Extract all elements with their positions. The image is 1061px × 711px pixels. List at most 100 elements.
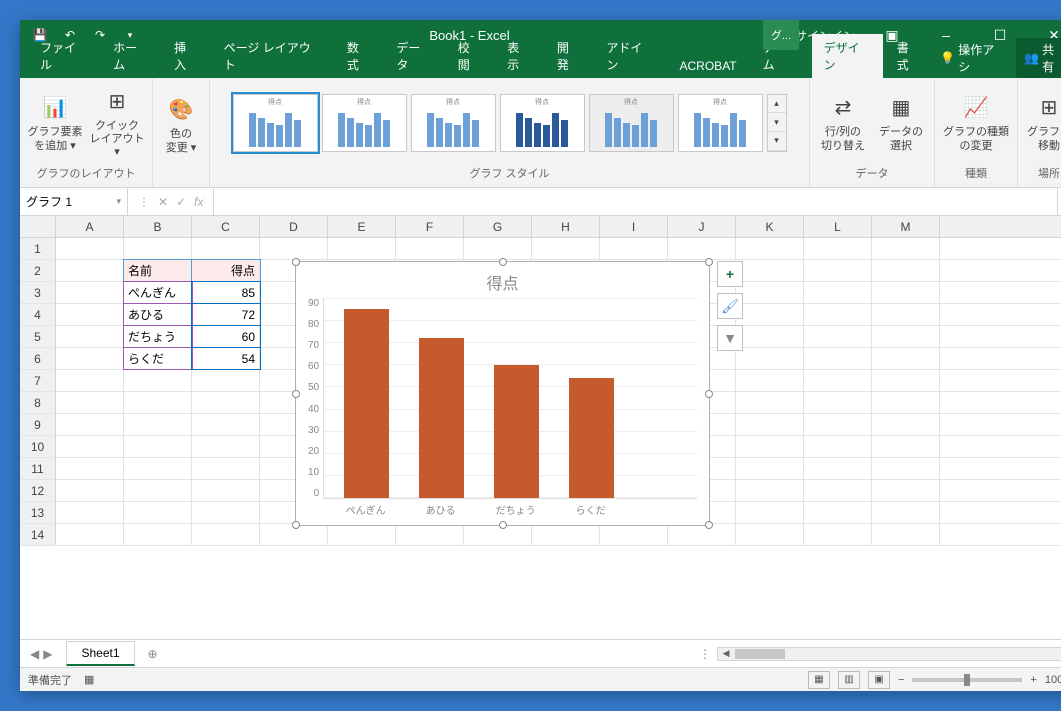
col-header[interactable]: H [532,216,600,237]
cell[interactable]: あひる [124,304,192,325]
cell[interactable] [56,480,124,501]
cell[interactable] [192,436,260,457]
style-thumb-5[interactable]: 得点 [589,94,674,152]
cell[interactable] [124,414,192,435]
cell[interactable] [124,392,192,413]
cancel-fx-icon[interactable]: ✕ [158,195,168,209]
cell[interactable] [192,458,260,479]
normal-view-button[interactable]: ▦ [808,671,830,689]
cell[interactable] [872,370,940,391]
switch-row-col-button[interactable]: ⇄行/列の 切り替え [816,84,870,162]
cell[interactable] [804,414,872,435]
style-thumb-1[interactable]: 得点 [233,94,318,152]
prev-sheet-icon[interactable]: ◀ [30,647,39,661]
cell[interactable] [872,238,940,259]
cell[interactable] [600,524,668,545]
cell[interactable] [804,282,872,303]
grid[interactable]: A B C D E F G H I J K L M 12名前得点3ぺんぎん854… [20,216,1061,639]
select-data-button[interactable]: ▦データの 選択 [874,84,928,162]
cell[interactable] [872,304,940,325]
add-sheet-button[interactable]: ⊕ [141,647,165,661]
chart-plot-area[interactable] [323,298,697,499]
cell[interactable] [804,392,872,413]
cell[interactable] [872,348,940,369]
cell[interactable] [872,326,940,347]
chart-filters-button[interactable]: ▼ [717,325,743,351]
cell[interactable] [124,524,192,545]
cell[interactable] [124,436,192,457]
formula-bar[interactable] [213,188,1057,215]
row-header[interactable]: 5 [20,326,56,347]
cell[interactable] [56,502,124,523]
change-colors-button[interactable]: 🎨色の 変更 ▾ [159,86,203,164]
tab-insert[interactable]: 挿入 [162,34,210,78]
cell[interactable]: らくだ [124,348,192,369]
pagebreak-view-button[interactable]: ▣ [868,671,890,689]
col-header[interactable]: F [396,216,464,237]
cell[interactable] [804,326,872,347]
style-thumb-6[interactable]: 得点 [678,94,763,152]
share-button[interactable]: 👥 共有 [1016,38,1061,78]
tab-view[interactable]: 表示 [495,34,543,78]
cell[interactable] [56,414,124,435]
zoom-in-button[interactable]: + [1030,674,1036,686]
horizontal-scrollbar[interactable]: ◀▶ [717,647,1061,661]
enter-fx-icon[interactable]: ✓ [176,195,186,209]
cell[interactable] [736,436,804,457]
cell[interactable] [736,392,804,413]
cell[interactable] [56,524,124,545]
cell[interactable]: ぺんぎん [124,282,192,303]
chart-elements-button[interactable]: + [717,261,743,287]
cell[interactable] [56,348,124,369]
col-header[interactable]: M [872,216,940,237]
chart-title[interactable]: 得点 [308,270,697,294]
row-header[interactable]: 8 [20,392,56,413]
cell[interactable] [192,524,260,545]
row-header[interactable]: 6 [20,348,56,369]
cell[interactable]: 名前 [124,260,192,281]
cell[interactable] [736,370,804,391]
cell[interactable] [56,370,124,391]
cell[interactable] [124,502,192,523]
cell[interactable] [668,238,736,259]
cell[interactable]: だちょう [124,326,192,347]
row-header[interactable]: 13 [20,502,56,523]
formula-expand-icon[interactable]: ⌄ [1057,188,1061,215]
fx-icon[interactable]: fx [194,195,203,209]
row-header[interactable]: 7 [20,370,56,391]
name-box[interactable]: グラフ 1▾ [20,188,128,215]
cell[interactable] [124,370,192,391]
cell[interactable] [872,524,940,545]
cell[interactable] [192,370,260,391]
col-header[interactable]: A [56,216,124,237]
tab-format[interactable]: 書式 [885,34,933,78]
col-header[interactable]: K [736,216,804,237]
cell[interactable]: 72 [192,304,260,325]
cell[interactable] [736,326,804,347]
col-header[interactable]: D [260,216,328,237]
cell[interactable] [56,436,124,457]
cell[interactable] [736,524,804,545]
tab-developer[interactable]: 開発 [545,34,593,78]
cell[interactable] [872,480,940,501]
style-thumb-4[interactable]: 得点 [500,94,585,152]
cell[interactable] [804,238,872,259]
row-header[interactable]: 9 [20,414,56,435]
chart-styles-gallery[interactable]: 得点 得点 得点 得点 得点 得点 ▴▾▾ [233,86,787,160]
cell[interactable] [872,502,940,523]
chart-bar[interactable] [494,365,539,498]
cell[interactable]: 60 [192,326,260,347]
gallery-more-button[interactable]: ▴▾▾ [767,94,787,152]
cell[interactable] [192,502,260,523]
cell[interactable] [668,524,736,545]
cell[interactable] [804,304,872,325]
col-header[interactable]: I [600,216,668,237]
cell[interactable] [736,304,804,325]
cell[interactable] [192,414,260,435]
sheet-tab[interactable]: Sheet1 [66,641,134,666]
tab-formulas[interactable]: 数式 [335,34,383,78]
cell[interactable] [736,282,804,303]
cell[interactable] [532,238,600,259]
cell[interactable]: 54 [192,348,260,369]
cell[interactable] [192,392,260,413]
